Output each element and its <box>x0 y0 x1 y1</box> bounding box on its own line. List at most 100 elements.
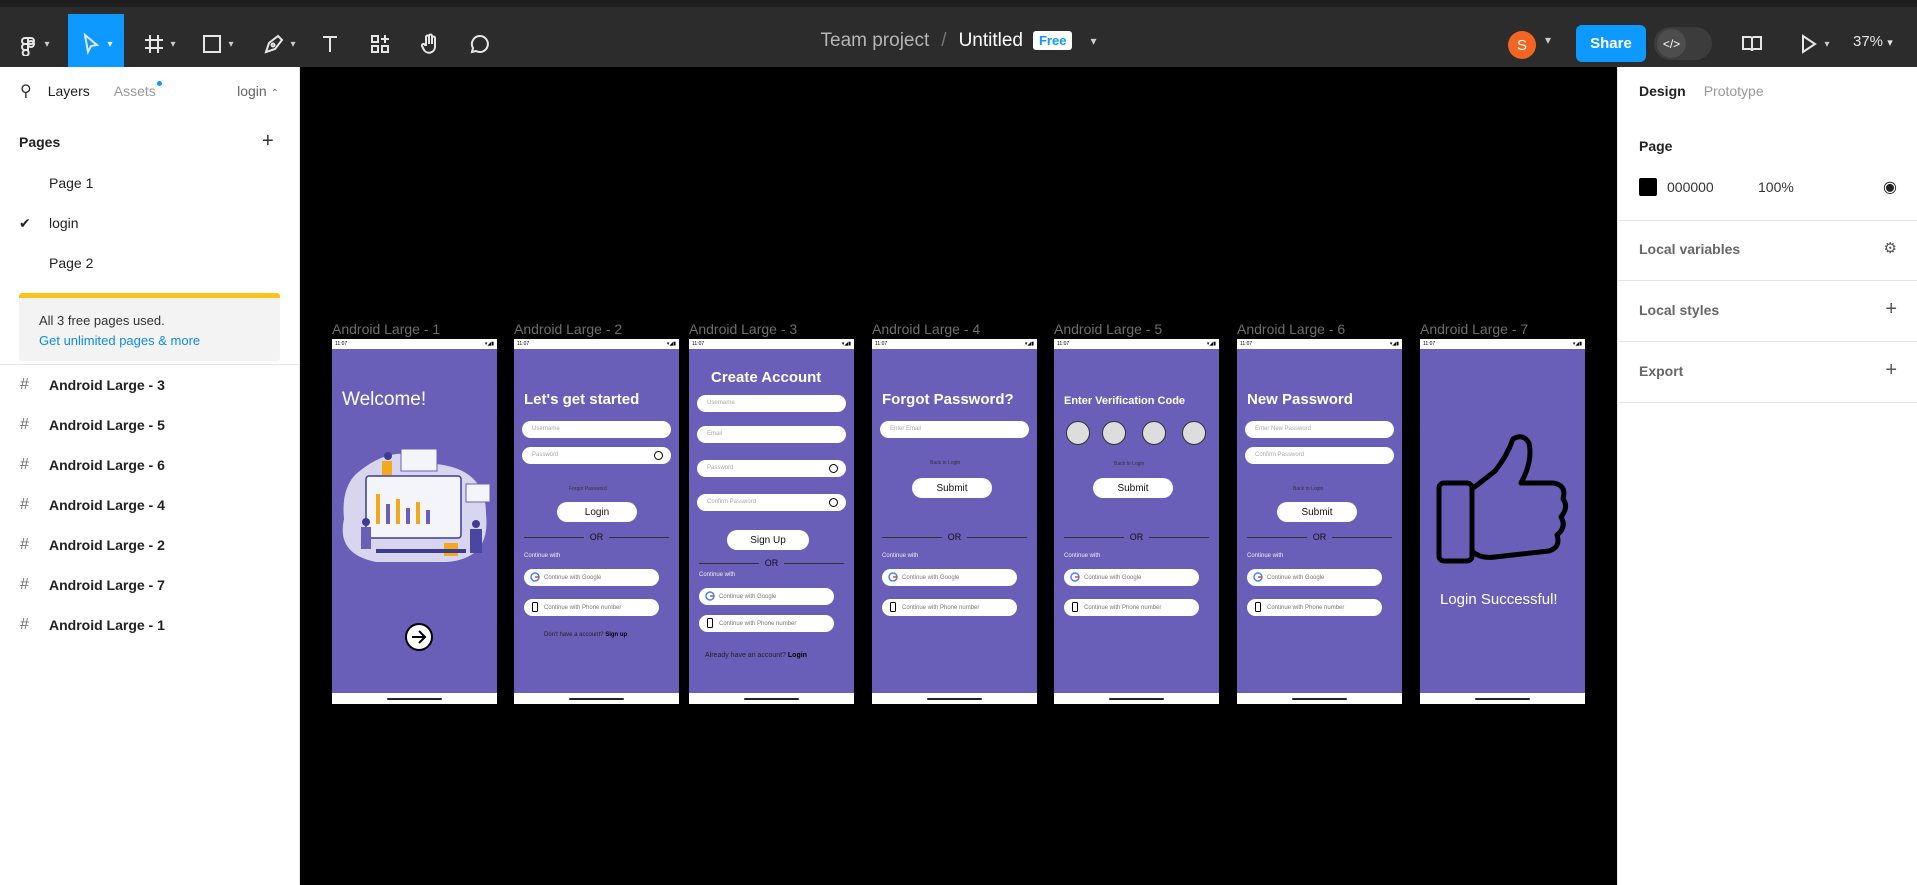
code-digit-field[interactable] <box>1142 421 1166 445</box>
phone-button[interactable]: Continue with Phone number <box>699 615 834 632</box>
frame-label[interactable]: Android Large - 7 <box>1420 321 1528 337</box>
new-password-field[interactable]: Enter New Password <box>1245 421 1394 438</box>
page-opacity-value[interactable]: 100% <box>1758 179 1818 195</box>
chevron-down-icon[interactable]: ▾ <box>1545 33 1551 47</box>
layer-item[interactable]: # Android Large - 2 <box>0 525 300 565</box>
email-field[interactable]: Enter Email <box>880 421 1029 438</box>
google-button[interactable]: Continue with Google <box>1064 569 1199 586</box>
frame-label[interactable]: Android Large - 3 <box>689 321 797 337</box>
hand-tool-button[interactable] <box>416 14 444 74</box>
username-field[interactable]: Username <box>697 395 846 412</box>
upgrade-link[interactable]: Get unlimited pages & more <box>39 333 280 348</box>
avatar[interactable]: S <box>1508 31 1536 59</box>
email-field[interactable]: Email <box>697 426 846 443</box>
move-tool-button[interactable]: ▾ <box>68 14 124 74</box>
page-color-swatch[interactable] <box>1639 178 1657 196</box>
comment-tool-button[interactable] <box>466 14 494 74</box>
page-item-page-1[interactable]: Page 1 <box>49 175 93 191</box>
frame-label[interactable]: Android Large - 2 <box>514 321 622 337</box>
password-field[interactable]: Password <box>697 460 846 477</box>
frame-android-large-6[interactable]: 11:07 ▾◢▮ New Password Enter New Password… <box>1237 339 1402 704</box>
eye-off-icon[interactable] <box>654 451 663 460</box>
google-button[interactable]: Continue with Google <box>1247 569 1382 586</box>
confirm-password-field[interactable]: Confirm Password <box>1245 447 1394 464</box>
username-field[interactable]: Username <box>522 421 671 438</box>
text-tool-button[interactable] <box>316 14 344 74</box>
add-export-icon[interactable]: + <box>1885 360 1897 380</box>
submit-button[interactable]: Submit <box>1093 478 1173 498</box>
code-digit-field[interactable] <box>1102 421 1126 445</box>
tab-assets[interactable]: Assets <box>114 81 162 99</box>
eye-off-icon[interactable] <box>829 498 838 507</box>
file-name[interactable]: Untitled <box>959 30 1023 52</box>
frame-android-large-4[interactable]: 11:07 ▾◢▮ Forgot Password? Enter Email Ba… <box>872 339 1037 704</box>
dev-mode-toggle[interactable]: </> <box>1654 27 1712 60</box>
eye-off-icon[interactable] <box>829 464 838 473</box>
login-link[interactable]: Login <box>788 652 807 659</box>
back-to-login-link[interactable]: Back to Login <box>930 460 960 466</box>
forgot-password-link[interactable]: Forgot Password <box>569 486 607 492</box>
library-button[interactable] <box>1738 14 1766 74</box>
local-styles[interactable]: Local styles <box>1639 302 1899 318</box>
back-to-login-link[interactable]: Back to Login <box>1114 461 1144 467</box>
sign-up-button[interactable]: Sign Up <box>727 530 809 550</box>
variables-settings-icon[interactable]: ⚙ <box>1884 239 1897 257</box>
add-style-icon[interactable]: + <box>1885 299 1897 319</box>
code-digit-field[interactable] <box>1182 421 1206 445</box>
confirm-password-field[interactable]: Confirm Password <box>697 494 846 511</box>
password-field[interactable]: Password <box>522 447 671 464</box>
back-to-login-link[interactable]: Back to Login <box>1293 486 1323 492</box>
frame-android-large-5[interactable]: 11:07 ▾◢▮ Enter Verification Code Back to… <box>1054 339 1219 704</box>
main-menu-button[interactable]: ▾ <box>12 14 54 74</box>
tab-layers[interactable]: Layers <box>48 83 90 99</box>
sign-up-link[interactable]: Sign up <box>605 632 627 638</box>
layer-item[interactable]: # Android Large - 5 <box>0 405 300 445</box>
page-item-page-2[interactable]: Page 2 <box>49 255 93 271</box>
layer-item[interactable]: # Android Large - 6 <box>0 445 300 485</box>
google-button[interactable]: Continue with Google <box>524 569 659 586</box>
eye-icon[interactable]: ◉ <box>1883 177 1897 197</box>
export-section[interactable]: Export <box>1639 363 1899 379</box>
frame-android-large-2[interactable]: 11:07 ▾◢▮ Let's get started Username Pass… <box>514 339 679 704</box>
canvas[interactable]: Android Large - 1 Android Large - 2 Andr… <box>300 67 1617 885</box>
pen-tool-button[interactable]: ▾ <box>258 14 300 74</box>
add-page-icon[interactable]: + <box>262 131 274 151</box>
layer-item[interactable]: # Android Large - 4 <box>0 485 300 525</box>
frame-tool-button[interactable]: ▾ <box>138 14 180 74</box>
login-button[interactable]: Login <box>557 502 637 522</box>
present-button[interactable]: ▾ <box>1795 14 1831 74</box>
submit-button[interactable]: Submit <box>1277 502 1357 522</box>
frame-label[interactable]: Android Large - 1 <box>332 321 440 337</box>
share-button[interactable]: Share <box>1576 25 1646 62</box>
phone-button[interactable]: Continue with Phone number <box>1247 599 1382 616</box>
local-variables[interactable]: Local variables <box>1639 241 1899 257</box>
frame-label[interactable]: Android Large - 5 <box>1054 321 1162 337</box>
project-name[interactable]: Team project <box>821 30 930 52</box>
shape-tool-button[interactable]: ▾ <box>196 14 238 74</box>
phone-button[interactable]: Continue with Phone number <box>1064 599 1199 616</box>
layer-item[interactable]: # Android Large - 7 <box>0 565 300 605</box>
google-button[interactable]: Continue with Google <box>699 588 834 605</box>
arrow-right-icon[interactable] <box>404 622 434 652</box>
layer-item[interactable]: # Android Large - 3 <box>0 365 300 405</box>
submit-button[interactable]: Submit <box>912 478 992 498</box>
code-digit-field[interactable] <box>1066 421 1090 445</box>
layer-item[interactable]: # Android Large - 1 <box>0 605 300 645</box>
page-item-login[interactable]: login <box>49 215 79 231</box>
phone-button[interactable]: Continue with Phone number <box>882 599 1017 616</box>
frame-android-large-3[interactable]: 11:07 ▾◢▮ Create Account Username Email P… <box>689 339 854 704</box>
page-selector[interactable]: login ⌃ <box>237 83 279 99</box>
google-button[interactable]: Continue with Google <box>882 569 1017 586</box>
frame-android-large-7[interactable]: 11:07 ▾◢▮ Login Successful! <box>1420 339 1585 704</box>
search-icon[interactable]: ⚲ <box>20 81 32 101</box>
phone-button[interactable]: Continue with Phone number <box>524 599 659 616</box>
frame-label[interactable]: Android Large - 6 <box>1237 321 1345 337</box>
resources-button[interactable] <box>366 14 394 74</box>
frame-label[interactable]: Android Large - 4 <box>872 321 980 337</box>
frame-android-large-1[interactable]: 11:07 ▾◢▮ Welcome! <box>332 339 497 704</box>
zoom-level[interactable]: 37% ▾ <box>1853 33 1893 50</box>
plan-badge[interactable]: Free <box>1032 31 1073 50</box>
tab-prototype[interactable]: Prototype <box>1704 83 1764 99</box>
chevron-down-icon[interactable]: ▾ <box>1090 34 1096 48</box>
tab-design[interactable]: Design <box>1639 83 1686 99</box>
